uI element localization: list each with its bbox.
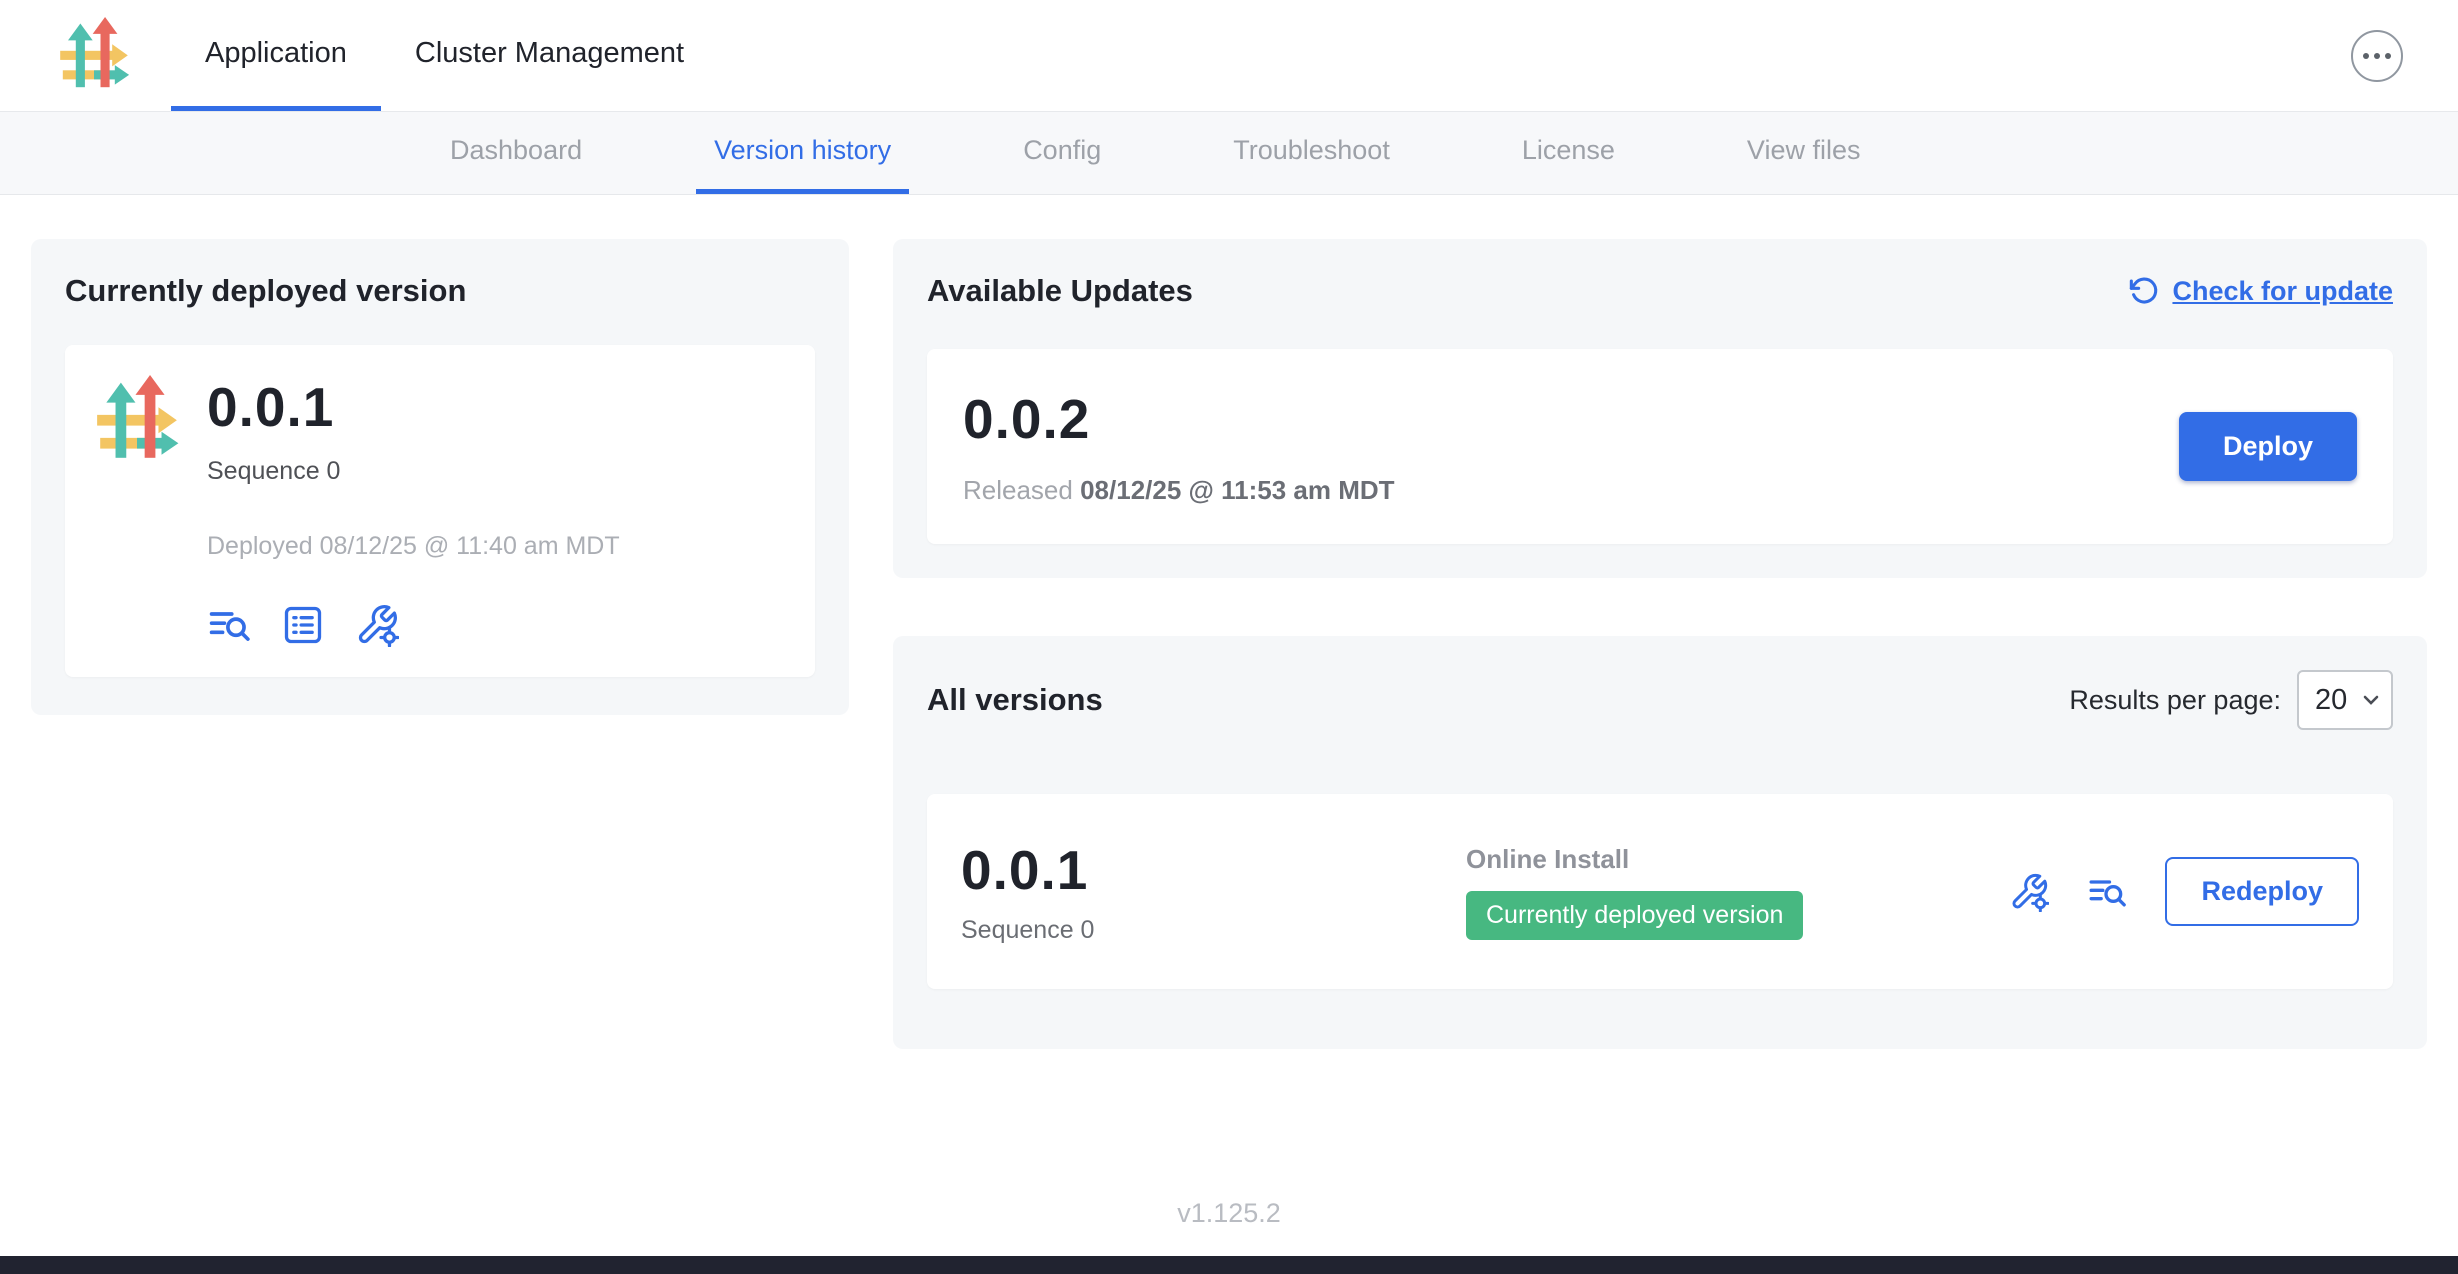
tab-application[interactable]: Application: [171, 0, 381, 111]
redeploy-button[interactable]: Redeploy: [2165, 857, 2359, 926]
released-prefix: Released: [963, 475, 1073, 505]
install-type-label: Online Install: [1466, 844, 1803, 875]
logs-search-icon[interactable]: [2087, 872, 2127, 912]
version-row-actions: Redeploy: [2009, 857, 2359, 926]
dot: [2385, 53, 2391, 59]
tab-cluster-management-label: Cluster Management: [415, 37, 684, 70]
tab-application-label: Application: [205, 37, 347, 70]
deployed-sequence: Sequence 0: [207, 457, 620, 486]
currently-deployed-version-panel: 0.0.1 Sequence 0 Deployed 08/12/25 @ 11:…: [65, 345, 815, 677]
subnav-label-view-files: View files: [1747, 135, 1861, 166]
results-per-page: Results per page: 20: [2069, 670, 2393, 730]
bottom-bar: [0, 1256, 2458, 1274]
subnav-item-troubleshoot[interactable]: Troubleshoot: [1215, 112, 1408, 194]
right-column: Available Updates Check for update 0.0.2: [893, 239, 2427, 1049]
tab-cluster-management[interactable]: Cluster Management: [381, 0, 718, 111]
update-info: 0.0.2 Released 08/12/25 @ 11:53 am MDT: [963, 387, 1395, 506]
main-content: Currently deployed version: [0, 195, 2458, 1170]
wrench-gear-icon[interactable]: [2009, 872, 2049, 912]
currently-deployed-title: Currently deployed version: [65, 273, 815, 309]
page-footer: v1.125.2: [0, 1170, 2458, 1256]
app-logo-icon: [55, 17, 133, 95]
header-tabs: Application Cluster Management: [171, 0, 718, 111]
dot: [2374, 53, 2380, 59]
version-row-info: 0.0.1 Sequence 0: [961, 838, 1466, 945]
results-per-page-label: Results per page:: [2069, 685, 2281, 716]
deployed-version-actions: [207, 603, 620, 647]
deployed-version-number: 0.0.1: [207, 375, 620, 439]
subnav-item-dashboard[interactable]: Dashboard: [432, 112, 600, 194]
subnav-item-config[interactable]: Config: [1005, 112, 1119, 194]
deploy-button[interactable]: Deploy: [2179, 412, 2357, 481]
subnav-item-view-files[interactable]: View files: [1729, 112, 1879, 194]
refresh-icon: [2128, 275, 2160, 307]
deployed-timestamp: Deployed 08/12/25 @ 11:40 am MDT: [207, 532, 620, 561]
update-released-line: Released 08/12/25 @ 11:53 am MDT: [963, 475, 1395, 506]
check-for-update-label: Check for update: [2172, 276, 2393, 307]
update-row: 0.0.2 Released 08/12/25 @ 11:53 am MDT D…: [927, 349, 2393, 544]
app-subnav: Dashboard Version history Config Trouble…: [0, 112, 2458, 195]
deployed-version-info: 0.0.1 Sequence 0 Deployed 08/12/25 @ 11:…: [207, 375, 620, 647]
top-header: Application Cluster Management: [0, 0, 2458, 112]
version-row-status: Online Install Currently deployed versio…: [1466, 844, 1803, 940]
console-version: v1.125.2: [1177, 1198, 1281, 1229]
subnav-item-license[interactable]: License: [1504, 112, 1633, 194]
version-row: 0.0.1 Sequence 0 Online Install Currentl…: [927, 794, 2393, 989]
all-versions-card: All versions Results per page: 20 0: [893, 636, 2427, 1049]
wrench-gear-icon[interactable]: [355, 603, 399, 647]
check-for-update-link[interactable]: Check for update: [2128, 275, 2393, 307]
subnav-label-dashboard: Dashboard: [450, 135, 582, 166]
row-version-number: 0.0.1: [961, 838, 1466, 902]
app-logo-icon: [91, 375, 183, 467]
row-sequence: Sequence 0: [961, 916, 1466, 945]
all-versions-title: All versions: [927, 682, 1103, 718]
released-date: 08/12/25 @ 11:53 am MDT: [1080, 475, 1394, 505]
checklist-icon[interactable]: [281, 603, 325, 647]
subnav-label-license: License: [1522, 135, 1615, 166]
currently-deployed-badge: Currently deployed version: [1466, 891, 1803, 940]
ellipsis-icon[interactable]: [2351, 30, 2403, 82]
results-per-page-select-wrap: 20: [2297, 670, 2393, 730]
available-updates-card: Available Updates Check for update 0.0.2: [893, 239, 2427, 578]
subnav-label-troubleshoot: Troubleshoot: [1233, 135, 1390, 166]
currently-deployed-card: Currently deployed version: [31, 239, 849, 715]
available-updates-title: Available Updates: [927, 273, 1193, 309]
logs-search-icon[interactable]: [207, 603, 251, 647]
subnav-item-version-history[interactable]: Version history: [696, 112, 909, 194]
subnav-label-config: Config: [1023, 135, 1101, 166]
results-per-page-select[interactable]: 20: [2297, 670, 2393, 730]
dot: [2363, 53, 2369, 59]
subnav-label-version-history: Version history: [714, 135, 891, 166]
update-version-number: 0.0.2: [963, 387, 1395, 451]
